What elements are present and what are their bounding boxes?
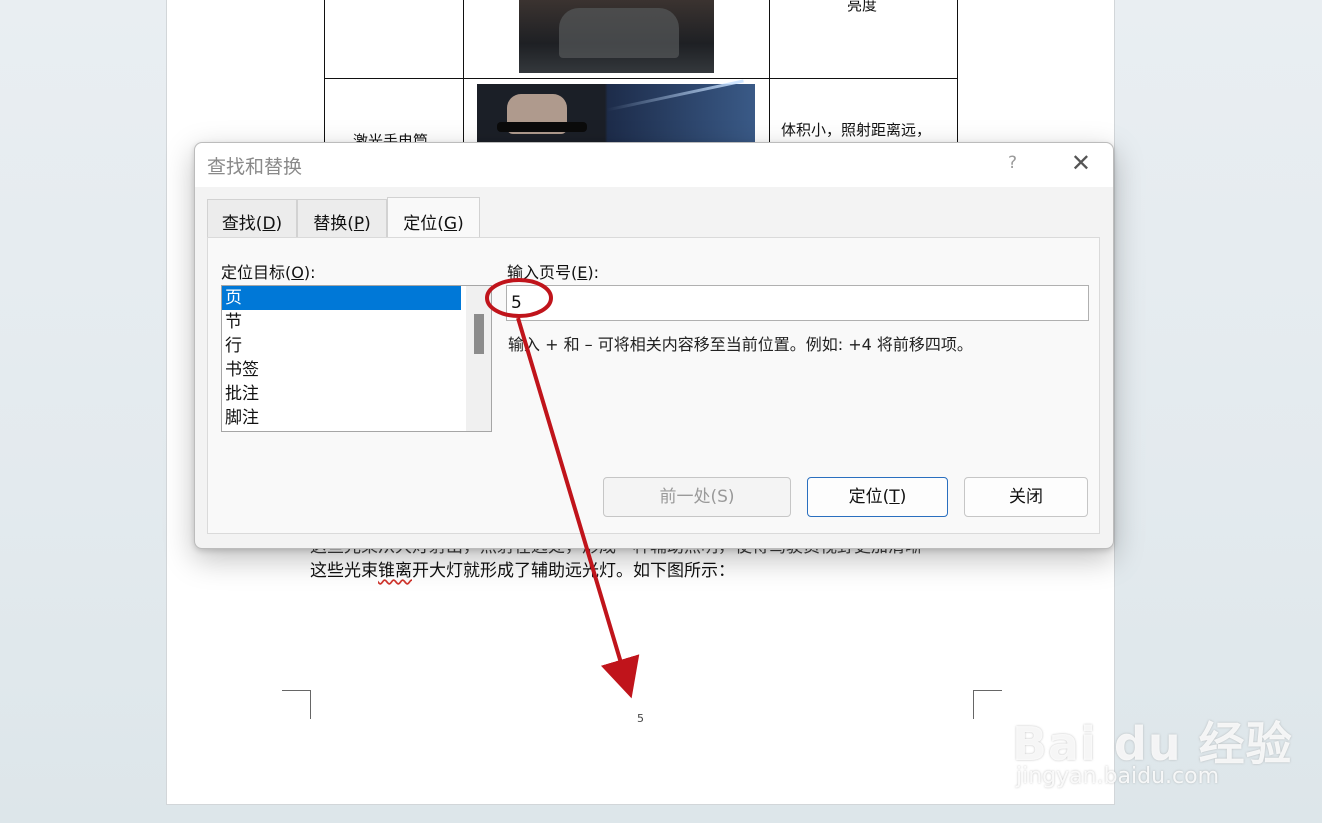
dialog-title: 查找和替换: [207, 156, 303, 178]
tab-goto[interactable]: 定位(G): [387, 197, 480, 237]
list-item[interactable]: 节: [222, 310, 461, 334]
watermark-url: jingyan.baidu.com: [1016, 764, 1220, 789]
goto-target-list[interactable]: 页 节 行 书签 批注 脚注: [221, 285, 492, 432]
list-item[interactable]: 脚注: [222, 406, 461, 430]
body-text-line: 这些光束锥离开大灯就形成了辅助远光灯。如下图所示：: [310, 561, 735, 581]
spelling-error-mark[interactable]: 锥离: [378, 561, 412, 581]
page-margin-corner-left: [282, 690, 311, 719]
goto-button[interactable]: 定位(T): [807, 477, 948, 517]
tab-find[interactable]: 查找(D): [207, 199, 297, 237]
goto-panel: 定位目标(O): 页 节 行 书签 批注 脚注 输入页号(E): 输入 + 和 …: [207, 237, 1100, 534]
document-table: 亮度 激光手电筒 体积小，照射距离远，: [324, 0, 958, 165]
scroll-thumb[interactable]: [474, 314, 484, 354]
help-icon[interactable]: ?: [1008, 153, 1017, 173]
previous-button[interactable]: 前一处(S): [603, 477, 791, 517]
tab-replace[interactable]: 替换(P): [297, 199, 387, 237]
close-icon[interactable]: ✕: [1071, 149, 1091, 177]
baidu-jingyan-watermark: Bai du 经验 jingyan.baidu.com: [1012, 680, 1292, 810]
close-button[interactable]: 关闭: [964, 477, 1088, 517]
table-image-boat: [519, 0, 714, 73]
page-number: 5: [637, 712, 644, 725]
dialog-titlebar[interactable]: 查找和替换 ? ✕: [195, 143, 1113, 187]
find-replace-dialog: 查找和替换 ? ✕ 查找(D) 替换(P) 定位(G) 定位目标(O): 页 节…: [194, 142, 1114, 549]
list-item[interactable]: 行: [222, 334, 461, 358]
page-number-input[interactable]: [506, 285, 1089, 321]
goto-target-label: 定位目标(O):: [221, 263, 316, 282]
list-item[interactable]: 书签: [222, 358, 461, 382]
goto-hint-text: 输入 + 和 – 可将相关内容移至当前位置。例如: +4 将前移四项。: [508, 335, 973, 354]
list-item[interactable]: 批注: [222, 382, 461, 406]
list-item[interactable]: 页: [222, 286, 461, 310]
list-scrollbar[interactable]: [466, 286, 491, 431]
table-cell-brightness: 亮度: [847, 0, 878, 14]
page-number-label: 输入页号(E):: [507, 263, 599, 282]
table-cell-description: 体积小，照射距离远，: [781, 121, 932, 139]
page-margin-corner-right: [973, 690, 1002, 719]
